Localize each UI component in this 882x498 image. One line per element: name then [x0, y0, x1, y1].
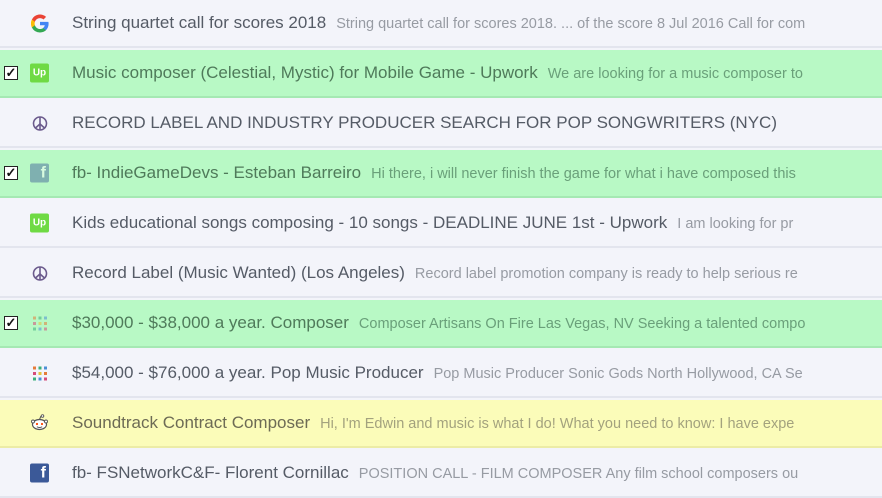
message-snippet: Pop Music Producer Sonic Gods North Holl… [433, 366, 803, 382]
reddit-icon [30, 414, 49, 433]
message-subject: Soundtrack Contract Composer Hi, I'm Edwi… [72, 413, 795, 432]
list-item[interactable]: ✓ Up Music composer (Celestial, Mystic) … [0, 50, 882, 98]
list-item[interactable]: $54,000 - $76,000 a year. Pop Music Prod… [0, 350, 882, 398]
message-snippet: String quartet call for scores 2018. ...… [336, 16, 806, 32]
message-snippet: Composer Artisans On Fire Las Vegas, NV … [358, 316, 806, 332]
message-subject: Kids educational songs composing - 10 so… [72, 213, 794, 232]
message-list: String quartet call for scores 2018 Strin… [0, 0, 882, 498]
message-snippet: Hi there, i will never finish the game f… [371, 166, 796, 182]
message-snippet: I am looking for pr [677, 216, 794, 232]
message-subject: Music composer (Celestial, Mystic) for M… [72, 63, 803, 82]
dots-icon [30, 314, 49, 333]
message-subject: RECORD LABEL AND INDUSTRY PRODUCER SEARC… [72, 113, 777, 132]
upwork-icon: Up [30, 63, 49, 83]
list-item[interactable]: Soundtrack Contract Composer Hi, I'm Edwi… [0, 400, 882, 448]
list-item[interactable]: ✓ $30,000 - $38,000 a year. Composer Comp… [0, 300, 882, 348]
google-icon [30, 14, 49, 33]
row-checkbox[interactable]: ✓ [4, 166, 18, 180]
message-snippet: We are looking for a music composer to [547, 66, 803, 82]
peace-icon [30, 114, 49, 133]
row-checkbox[interactable]: ✓ [4, 316, 18, 330]
facebook-icon: f [30, 463, 49, 483]
row-checkbox[interactable]: ✓ [4, 66, 18, 80]
facebook-icon: f [30, 163, 49, 183]
peace-icon [30, 264, 49, 283]
list-item[interactable]: String quartet call for scores 2018 Strin… [0, 0, 882, 48]
message-snippet: POSITION CALL - FILM COMPOSER Any film s… [358, 466, 799, 482]
dots-icon [30, 364, 49, 383]
message-subject: String quartet call for scores 2018 Strin… [72, 13, 806, 32]
list-item[interactable]: f fb- FSNetworkC&F- Florent Cornillac POS… [0, 450, 882, 498]
message-subject: fb- FSNetworkC&F- Florent Cornillac POSIT… [72, 463, 799, 482]
message-subject: fb- IndieGameDevs - Esteban Barreiro Hi t… [72, 163, 796, 182]
message-snippet: Record label promotion company is ready … [414, 266, 798, 282]
message-subject: Record Label (Music Wanted) (Los Angeles… [72, 263, 798, 282]
message-snippet: Hi, I'm Edwin and music is what I do! Wh… [320, 416, 795, 432]
list-item[interactable]: Record Label (Music Wanted) (Los Angeles… [0, 250, 882, 298]
list-item[interactable]: Up Kids educational songs composing - 10… [0, 200, 882, 248]
message-subject: $54,000 - $76,000 a year. Pop Music Prod… [72, 363, 803, 382]
upwork-icon: Up [30, 213, 49, 233]
list-item[interactable]: ✓ f fb- IndieGameDevs - Esteban Barreiro… [0, 150, 882, 198]
message-subject: $30,000 - $38,000 a year. Composer Compos… [72, 313, 806, 332]
list-item[interactable]: RECORD LABEL AND INDUSTRY PRODUCER SEARC… [0, 100, 882, 148]
